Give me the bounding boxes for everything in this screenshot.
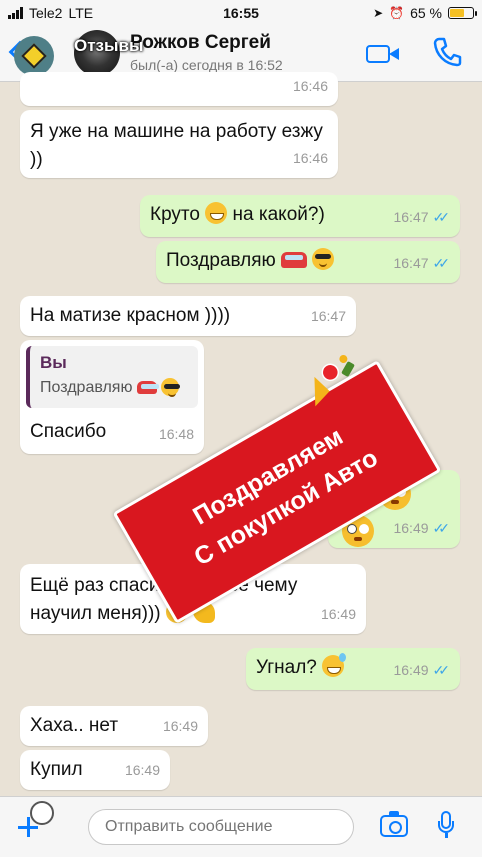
- status-bar: Tele2 LTE 16:55 ➤ ⏰ 65 %: [0, 0, 482, 26]
- battery-icon: [448, 7, 477, 19]
- red-car-icon: [136, 381, 159, 394]
- message-time: 16:47 ✓✓: [393, 249, 450, 277]
- message-text: Круто: [150, 204, 200, 225]
- message-time: 16:49: [125, 756, 160, 784]
- video-camera-lens: [389, 48, 399, 60]
- sunglasses-face-icon: [312, 248, 335, 270]
- read-receipt-icon: ✓✓: [432, 662, 451, 678]
- contact-last-seen: был(-а) сегодня в 16:52: [130, 57, 283, 73]
- video-camera-icon: [366, 45, 390, 63]
- message-text: Спасибо: [30, 421, 107, 442]
- message-bubble-incoming[interactable]: Хаха.. нет 16:49: [20, 706, 208, 746]
- red-car-icon: [281, 252, 308, 268]
- message-bubble-incoming[interactable]: 16:46: [20, 72, 338, 106]
- message-text: Угнал?: [256, 657, 317, 678]
- message-time: 16:49 ✓✓: [393, 514, 450, 542]
- mic-foot: [445, 833, 448, 838]
- message-text: Хаха.. нет: [30, 715, 119, 736]
- contact-info[interactable]: Рожков Сергей был(-а) сегодня в 16:52: [130, 32, 283, 73]
- message-bubble-incoming[interactable]: Купил 16:49: [20, 750, 170, 790]
- camera-icon[interactable]: [380, 811, 408, 837]
- message-time: 16:47 ✓✓: [393, 203, 450, 231]
- screen-touch-indicator: [30, 801, 54, 825]
- status-time: 16:55: [223, 5, 259, 21]
- message-text: Поздравляю: [166, 250, 276, 271]
- message-bubble-incoming-reply[interactable]: Вы Поздравляю Спасибо 16:48: [20, 340, 204, 454]
- message-input[interactable]: [88, 809, 354, 845]
- status-left: Tele2 LTE: [8, 5, 168, 21]
- mic-stand: [438, 821, 454, 833]
- read-receipt-icon: ✓✓: [432, 209, 451, 225]
- signal-icon: [8, 7, 23, 19]
- phone-icon: [433, 37, 462, 67]
- quote-text-row: Поздравляю: [40, 374, 188, 402]
- time-text: 16:49: [162, 718, 198, 734]
- quote-text: Поздравляю: [40, 379, 133, 396]
- battery-percent: 65 %: [410, 5, 442, 21]
- time-text: 16:49: [124, 762, 160, 778]
- message-bubble-outgoing[interactable]: Круто на какой?) 16:47 ✓✓: [140, 195, 460, 237]
- video-call-button[interactable]: [366, 42, 400, 66]
- message-time: 16:49: [321, 600, 356, 628]
- time-text: 16:46: [292, 78, 328, 94]
- contact-name: Рожков Сергей: [130, 32, 271, 53]
- message-input-bar: [0, 796, 482, 857]
- message-time: 16:47: [311, 302, 346, 330]
- message-time: 16:49 ✓✓: [393, 656, 450, 684]
- message-text: На матизе красном )))): [30, 305, 231, 326]
- quoted-message[interactable]: Вы Поздравляю: [26, 346, 198, 408]
- time-text: 16:47: [310, 308, 346, 324]
- alarm-icon: ⏰: [389, 6, 405, 20]
- message-list[interactable]: 16:46 Я уже на машине на работу езжу )) …: [0, 72, 482, 796]
- time-text: 16:49: [320, 606, 356, 622]
- location-icon: ➤: [373, 6, 384, 20]
- message-text-after: на какой?): [232, 204, 325, 225]
- message-time: 16:48: [159, 420, 194, 448]
- party-popper-icon: [314, 354, 355, 407]
- time-text: 16:49: [393, 662, 429, 678]
- read-receipt-icon: ✓✓: [432, 255, 451, 271]
- grinning-face-icon: [205, 202, 228, 224]
- app-badge-icon: [14, 35, 54, 76]
- network-label: LTE: [68, 5, 94, 21]
- sunglasses-face-icon: [161, 378, 181, 397]
- sweat-smile-face-icon: [322, 653, 347, 677]
- time-text: 16:49: [393, 520, 429, 536]
- microphone-icon[interactable]: [438, 811, 454, 838]
- message-time: 16:46: [293, 72, 328, 100]
- voice-call-button[interactable]: [432, 36, 462, 68]
- message-bubble-incoming[interactable]: На матизе красном )))) 16:47: [20, 296, 356, 336]
- message-text: Я уже на машине на работу езжу )): [30, 121, 323, 170]
- back-label[interactable]: Отзывы: [74, 36, 144, 56]
- time-text: 16:46: [292, 150, 328, 166]
- message-bubble-incoming[interactable]: Я уже на машине на работу езжу )) 16:46: [20, 110, 338, 178]
- carrier-label: Tele2: [29, 5, 63, 21]
- message-time: 16:49: [163, 712, 198, 740]
- time-text: 16:48: [158, 426, 194, 442]
- time-text: 16:47: [393, 209, 429, 225]
- message-text: Купил: [30, 759, 83, 780]
- quote-author: Вы: [40, 353, 67, 372]
- battery-fill: [450, 9, 465, 17]
- read-receipt-icon: ✓✓: [432, 520, 451, 536]
- message-time: 16:46: [293, 144, 328, 172]
- time-text: 16:47: [393, 255, 429, 271]
- message-bubble-outgoing[interactable]: Поздравляю 16:47 ✓✓: [156, 241, 460, 283]
- status-right: ➤ ⏰ 65 %: [314, 5, 477, 21]
- message-bubble-outgoing[interactable]: Угнал? 16:49 ✓✓: [246, 648, 460, 690]
